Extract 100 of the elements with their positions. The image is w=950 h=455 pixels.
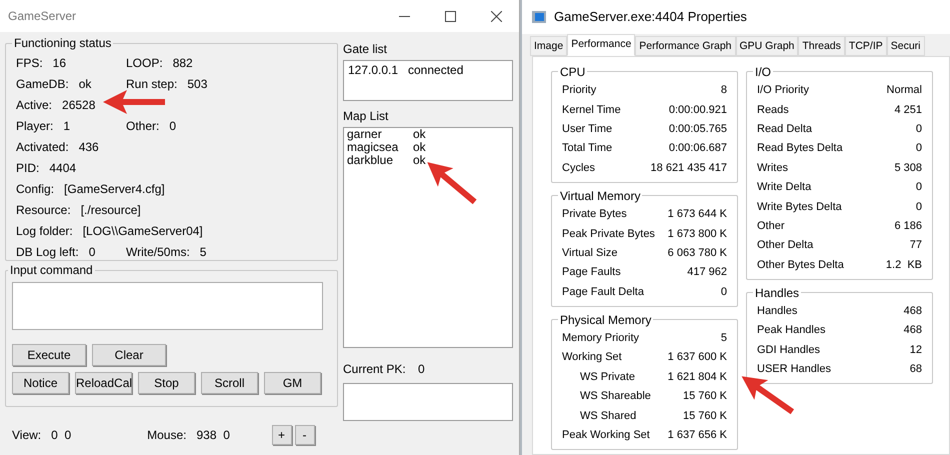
property-label: Read Delta xyxy=(757,122,812,137)
property-label: Read Bytes Delta xyxy=(757,141,843,156)
property-label: Page Faults xyxy=(562,265,621,280)
property-label: Total Time xyxy=(562,141,612,156)
status-value: 5 xyxy=(200,244,206,260)
group-title: Physical Memory xyxy=(559,312,652,329)
map-list[interactable]: garner ok magicsea ok darkblue ok xyxy=(343,127,513,348)
property-value: 6 186 xyxy=(894,218,922,234)
property-value: 0:00:06.687 xyxy=(668,141,727,156)
property-value: 0:00:00.921 xyxy=(668,102,727,118)
status-label: Other: xyxy=(126,118,160,134)
property-value: 5 308 xyxy=(894,160,922,176)
tab[interactable]: Threads xyxy=(798,36,845,56)
zoom-button[interactable]: + xyxy=(272,425,292,445)
property-value: 15 760 K xyxy=(682,408,727,424)
command-button[interactable]: Notice xyxy=(12,372,69,394)
status-value: 4404 xyxy=(49,160,76,176)
group-title: Handles xyxy=(754,284,800,302)
property-label: Other Delta xyxy=(757,238,814,254)
view-value: 0 0 xyxy=(51,427,72,444)
group-title: Virtual Memory xyxy=(559,188,642,205)
tab[interactable]: Securi xyxy=(886,36,925,56)
property-label: Write Bytes Delta xyxy=(757,200,842,215)
property-value: 0:00:05.765 xyxy=(668,122,727,137)
property-value: 468 xyxy=(904,304,922,320)
status-label: Config: xyxy=(16,180,54,198)
zoom-button[interactable]: - xyxy=(294,425,314,445)
property-label: I/O Priority xyxy=(757,83,809,98)
annotation-arrow xyxy=(103,90,165,114)
property-label: Virtual Size xyxy=(562,246,618,261)
property-value: 15 760 K xyxy=(682,389,727,404)
property-value: 0 xyxy=(916,180,922,196)
tab[interactable]: Performance xyxy=(567,34,636,56)
property-value: 5 xyxy=(720,331,727,346)
property-label: Working Set xyxy=(562,350,622,366)
property-value: 68 xyxy=(910,362,922,378)
status-label: Active: xyxy=(16,96,52,114)
map-status: ok xyxy=(413,141,426,154)
status-label: LOOP: xyxy=(126,54,163,72)
status-value: ok xyxy=(78,76,92,92)
property-label: Handles xyxy=(757,304,798,320)
group-title: Functioning status xyxy=(13,35,112,52)
property-value: 8 xyxy=(720,83,727,98)
property-value: Normal xyxy=(886,83,922,98)
map-name: darkblue xyxy=(347,154,394,167)
status-value: 0 xyxy=(88,244,96,260)
property-value: 6 063 780 K xyxy=(668,246,727,261)
property-value: 12 xyxy=(910,342,922,358)
status-value: 0 xyxy=(169,118,176,134)
status-label: Resource: xyxy=(16,202,71,218)
gate-address: 127.0.0.1 xyxy=(348,62,400,79)
property-label: Write Delta xyxy=(757,180,812,196)
pk-list[interactable] xyxy=(343,383,513,421)
property-value: 1 673 644 K xyxy=(668,207,727,222)
status-value: 1 xyxy=(63,118,70,134)
status-value: [./resource] xyxy=(80,202,141,218)
status-label: Player: xyxy=(16,118,54,134)
map-status: ok xyxy=(413,154,426,167)
command-button[interactable]: ReloadCal xyxy=(75,372,132,394)
property-label: Peak Handles xyxy=(757,323,826,338)
property-label: Cycles xyxy=(562,160,596,176)
property-value: 0 xyxy=(916,141,922,156)
tab[interactable]: GPU Graph xyxy=(736,36,798,56)
property-label: Memory Priority xyxy=(562,331,640,346)
property-value: 1 673 800 K xyxy=(668,226,727,242)
view-label: View: xyxy=(12,427,42,444)
property-label: WS Shareable xyxy=(580,389,651,404)
property-value: 18 621 435 417 xyxy=(650,160,727,176)
status-label: DB Log left: xyxy=(16,244,79,260)
gate-list-title: Gate list xyxy=(343,41,388,58)
group-title: Input command xyxy=(9,262,94,279)
property-value: 4 251 xyxy=(894,102,922,118)
tab[interactable]: Performance Graph xyxy=(635,36,736,56)
status-value: 16 xyxy=(52,54,66,72)
status-label: GameDB: xyxy=(16,76,69,92)
tab[interactable]: TCP/IP xyxy=(844,36,887,56)
command-button[interactable]: Stop xyxy=(138,372,195,394)
gate-list[interactable]: 127.0.0.1 connected xyxy=(343,60,513,101)
property-label: User Time xyxy=(562,122,612,137)
current-pk-value: 0 xyxy=(418,361,425,378)
tab[interactable]: Image xyxy=(530,36,568,56)
status-value: [LOG\\GameServer04] xyxy=(82,222,203,240)
property-label: WS Private xyxy=(580,370,636,385)
group-title: I/O xyxy=(754,64,772,81)
property-value: 1 637 600 K xyxy=(668,350,727,366)
status-label: Log folder: xyxy=(16,222,73,240)
command-button[interactable]: Scroll xyxy=(201,372,258,394)
command-button[interactable]: Execute xyxy=(12,344,86,366)
property-value: 1 637 656 K xyxy=(668,428,727,444)
property-label: Other xyxy=(757,218,785,234)
status-value: 26528 xyxy=(62,96,96,114)
property-value: 417 962 xyxy=(687,265,727,280)
status-value: 882 xyxy=(172,54,193,72)
command-input[interactable] xyxy=(12,282,323,330)
command-button[interactable]: Clear xyxy=(92,344,166,366)
property-label: USER Handles xyxy=(757,362,831,378)
property-value: 0 xyxy=(916,122,922,137)
status-label: Activated: xyxy=(16,138,69,156)
property-value: 468 xyxy=(904,323,922,338)
command-button[interactable]: GM xyxy=(264,372,321,394)
